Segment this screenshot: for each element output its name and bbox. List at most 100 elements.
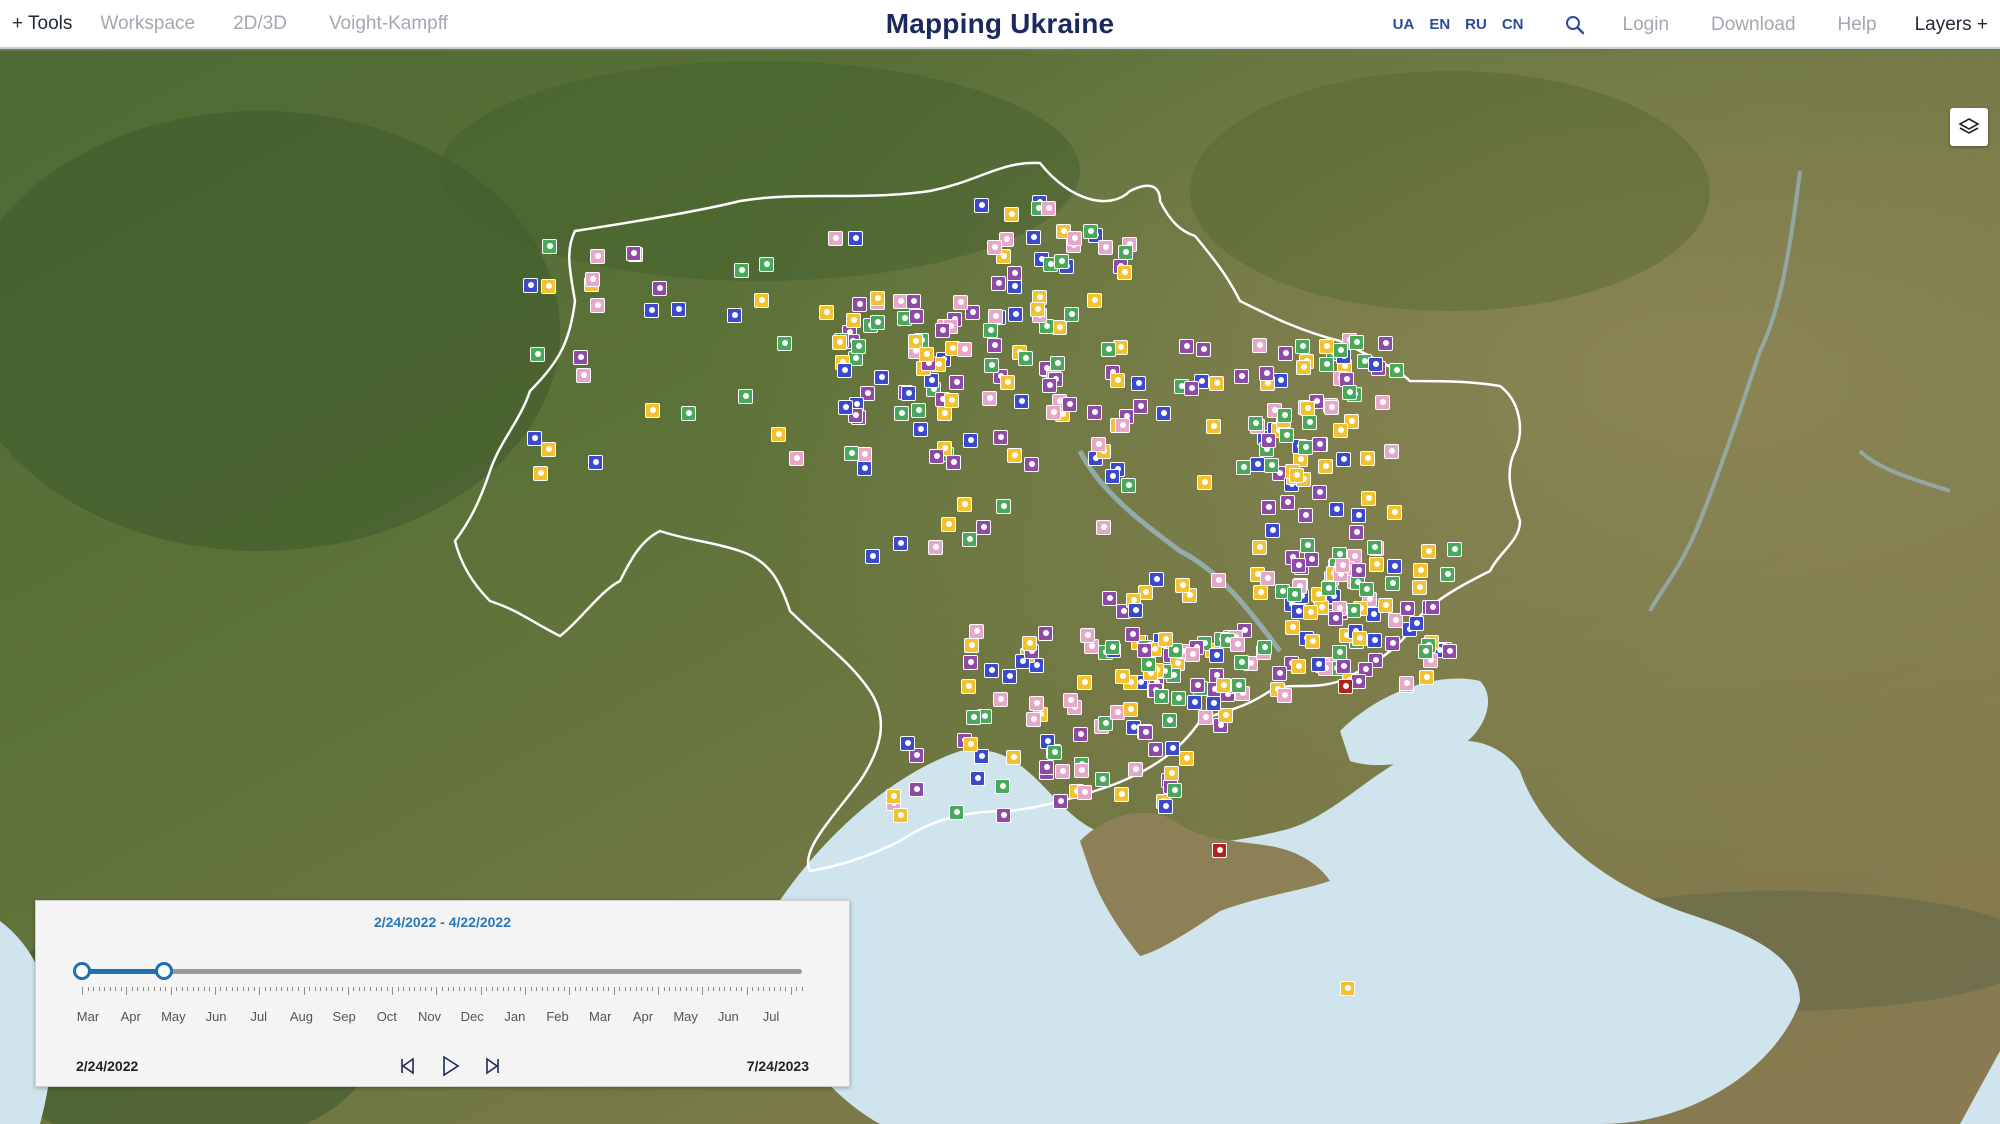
event-marker[interactable] (1312, 484, 1328, 500)
event-marker[interactable] (1384, 575, 1400, 591)
search-button[interactable] (1561, 11, 1589, 39)
lang-cn[interactable]: CN (1502, 16, 1524, 33)
event-marker[interactable] (1158, 632, 1174, 648)
event-marker[interactable] (964, 638, 980, 654)
event-marker[interactable] (1038, 760, 1054, 776)
event-marker[interactable] (1127, 762, 1143, 778)
event-marker[interactable] (827, 231, 843, 247)
event-marker[interactable] (1206, 695, 1222, 711)
event-marker[interactable] (1166, 783, 1182, 799)
event-marker[interactable] (1109, 373, 1125, 389)
event-marker[interactable] (1375, 395, 1391, 411)
event-marker[interactable] (1386, 559, 1402, 575)
event-marker[interactable] (1399, 601, 1415, 617)
lang-en[interactable]: EN (1429, 16, 1450, 33)
event-marker[interactable] (1131, 375, 1147, 391)
event-marker[interactable] (1279, 427, 1295, 443)
event-marker[interactable] (1046, 745, 1062, 761)
event-marker[interactable] (1412, 563, 1428, 579)
event-marker[interactable] (1022, 636, 1038, 652)
event-marker[interactable] (541, 442, 557, 458)
event-marker[interactable] (1053, 793, 1069, 809)
event-marker[interactable] (1102, 591, 1118, 607)
event-marker[interactable] (893, 807, 909, 823)
event-marker[interactable] (1332, 645, 1348, 661)
event-marker[interactable] (1064, 306, 1080, 322)
event-marker[interactable] (1447, 541, 1463, 557)
event-marker[interactable] (1350, 674, 1366, 690)
event-marker[interactable] (776, 335, 792, 351)
event-marker[interactable] (1360, 451, 1376, 467)
event-marker[interactable] (788, 450, 804, 466)
event-marker[interactable] (1348, 335, 1364, 351)
event-marker[interactable] (1198, 709, 1214, 725)
event-marker[interactable] (1230, 637, 1246, 653)
event-marker[interactable] (1366, 540, 1382, 556)
event-marker[interactable] (1412, 579, 1428, 595)
event-marker[interactable] (1209, 647, 1225, 663)
event-marker[interactable] (1311, 656, 1327, 672)
event-marker[interactable] (865, 549, 881, 565)
event-marker[interactable] (983, 357, 999, 373)
event-marker[interactable] (988, 309, 1004, 325)
event-marker[interactable] (1383, 444, 1399, 460)
event-marker[interactable] (1086, 293, 1102, 309)
event-marker[interactable] (953, 295, 969, 311)
event-marker[interactable] (645, 402, 661, 418)
event-marker[interactable] (1006, 266, 1022, 282)
event-marker[interactable] (991, 276, 1007, 292)
event-marker[interactable] (625, 246, 641, 262)
event-marker[interactable] (1367, 357, 1383, 373)
event-marker[interactable] (1123, 702, 1139, 718)
event-marker[interactable] (1077, 784, 1093, 800)
event-marker[interactable] (1083, 224, 1099, 240)
event-marker[interactable] (1359, 582, 1375, 598)
event-marker[interactable] (1052, 319, 1068, 335)
event-marker[interactable] (1324, 400, 1340, 416)
event-marker[interactable] (1320, 581, 1336, 597)
event-marker[interactable] (965, 709, 981, 725)
event-marker[interactable] (901, 385, 917, 401)
event-marker[interactable] (733, 263, 749, 279)
event-marker[interactable] (1250, 457, 1265, 473)
event-marker[interactable] (738, 389, 754, 405)
event-marker[interactable] (1388, 363, 1404, 379)
event-marker[interactable] (1329, 502, 1345, 518)
event-marker[interactable] (963, 655, 979, 671)
event-marker[interactable] (1189, 678, 1205, 694)
event-marker[interactable] (1291, 659, 1306, 675)
event-marker[interactable] (576, 367, 592, 383)
voight-kampff-link[interactable]: Voight-Kampff (329, 13, 448, 35)
event-marker[interactable] (1117, 265, 1133, 281)
event-marker[interactable] (911, 402, 927, 418)
event-marker[interactable] (992, 692, 1008, 708)
event-marker[interactable] (1259, 365, 1275, 381)
event-marker[interactable] (1348, 525, 1364, 541)
event-marker[interactable] (1062, 693, 1078, 709)
event-marker[interactable] (856, 447, 872, 462)
login-link[interactable]: Login (1623, 14, 1670, 36)
event-marker[interactable] (1440, 566, 1456, 582)
event-marker[interactable] (1038, 625, 1054, 641)
event-marker[interactable] (1157, 798, 1173, 814)
event-marker[interactable] (819, 305, 835, 321)
event-marker[interactable] (1212, 843, 1227, 858)
event-marker[interactable] (1419, 670, 1435, 686)
event-marker[interactable] (1072, 727, 1088, 742)
event-marker[interactable] (1311, 436, 1327, 452)
event-marker[interactable] (1040, 201, 1056, 217)
event-marker[interactable] (1104, 639, 1120, 655)
event-marker[interactable] (1080, 627, 1096, 643)
event-marker[interactable] (1264, 523, 1280, 539)
event-marker[interactable] (1338, 679, 1353, 694)
event-marker[interactable] (1208, 375, 1224, 391)
event-marker[interactable] (1277, 345, 1293, 361)
event-marker[interactable] (1076, 675, 1092, 691)
event-marker[interactable] (899, 735, 915, 751)
event-marker[interactable] (940, 517, 956, 533)
event-marker[interactable] (1067, 231, 1083, 247)
event-marker[interactable] (894, 405, 909, 421)
event-marker[interactable] (1334, 558, 1350, 574)
event-marker[interactable] (1319, 339, 1335, 355)
event-marker[interactable] (1301, 414, 1317, 430)
